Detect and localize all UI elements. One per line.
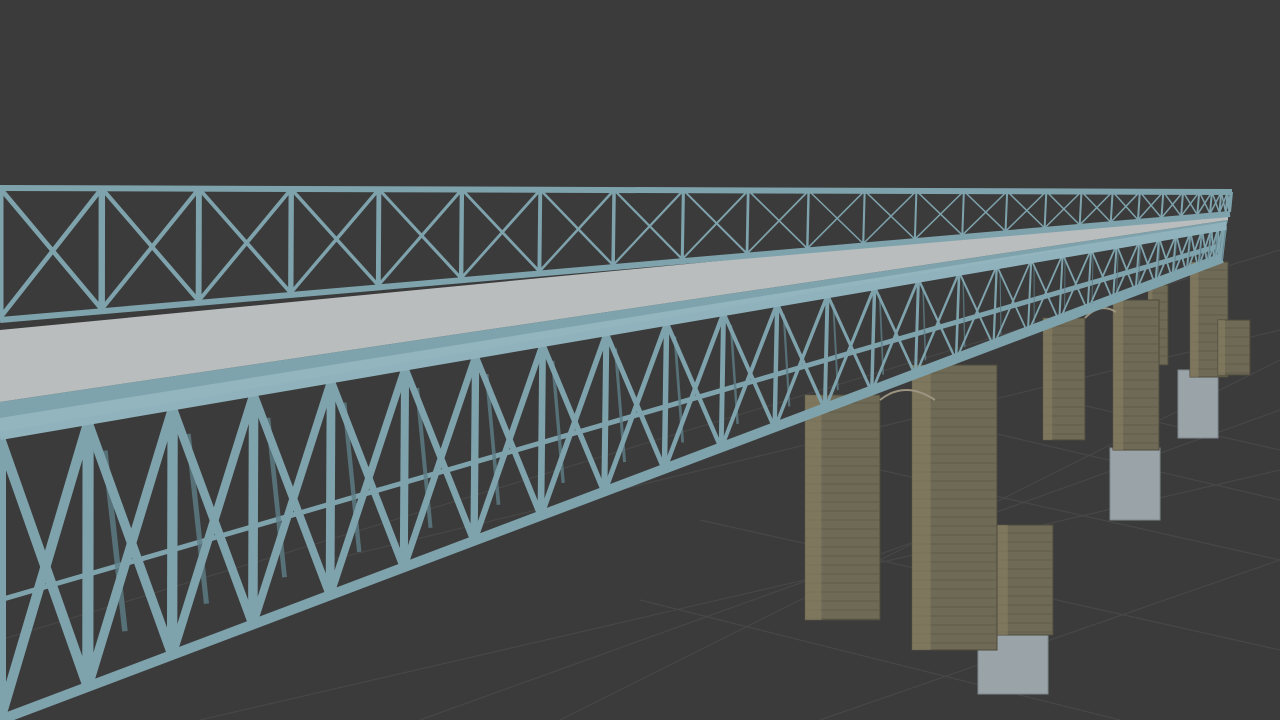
truss-vertical bbox=[166, 408, 178, 656]
pier-footing bbox=[1177, 369, 1219, 439]
pier-footing bbox=[1109, 447, 1161, 521]
rail-brace bbox=[1005, 190, 1047, 232]
truss-diagonal bbox=[995, 265, 1029, 334]
truss-vertical bbox=[601, 333, 610, 493]
rail-post bbox=[961, 191, 965, 236]
rail-brace bbox=[963, 190, 1007, 232]
rail-brace bbox=[914, 190, 965, 240]
rail-post bbox=[1180, 191, 1185, 217]
pier-highlight bbox=[1113, 300, 1124, 450]
rail-brace bbox=[961, 190, 1008, 236]
rail-brace bbox=[1006, 190, 1046, 229]
pier-highlight bbox=[805, 395, 822, 620]
rail-brace bbox=[746, 190, 810, 255]
rail-post bbox=[862, 190, 866, 244]
truss-rear-member bbox=[922, 286, 927, 361]
truss-vertical bbox=[248, 394, 259, 625]
3d-viewport[interactable] bbox=[0, 0, 1280, 720]
rail-brace bbox=[612, 189, 685, 266]
grid-line bbox=[1059, 399, 1280, 451]
rail-brace bbox=[681, 189, 749, 260]
pier-highlight bbox=[1043, 318, 1053, 440]
rail-post bbox=[1078, 191, 1083, 226]
rail-post bbox=[1043, 191, 1048, 229]
truss-vertical bbox=[537, 344, 547, 517]
rail-brace bbox=[864, 190, 916, 240]
truss-vertical bbox=[1086, 249, 1093, 311]
rail-brace bbox=[1045, 190, 1081, 226]
rail-post bbox=[1160, 191, 1165, 218]
truss-vertical bbox=[325, 380, 336, 596]
truss-rear-member bbox=[999, 271, 1002, 335]
rail-brace bbox=[747, 189, 808, 250]
rail-brace bbox=[915, 190, 963, 236]
rail-brace bbox=[539, 188, 614, 267]
truss-vertical bbox=[718, 312, 727, 449]
rail-brace bbox=[806, 190, 866, 249]
truss-diagonal bbox=[1030, 259, 1061, 322]
truss-vertical bbox=[913, 279, 920, 376]
rail-brace bbox=[682, 189, 748, 255]
pier-highlight bbox=[1190, 262, 1199, 377]
pier-highlight bbox=[912, 365, 931, 650]
truss-vertical bbox=[1058, 254, 1064, 322]
truss-vertical bbox=[772, 303, 780, 429]
truss-rear-member bbox=[1064, 258, 1066, 314]
truss-rear-member bbox=[962, 278, 966, 348]
viewport-scene[interactable] bbox=[0, 0, 1280, 720]
truss-vertical bbox=[870, 286, 877, 392]
rail-post bbox=[913, 190, 918, 240]
truss-diagonal bbox=[1061, 253, 1089, 311]
rail-post bbox=[1004, 191, 1009, 232]
rail-brace bbox=[613, 189, 684, 260]
truss-vertical bbox=[661, 322, 670, 470]
rail-post bbox=[806, 190, 810, 249]
rail-brace bbox=[808, 190, 864, 245]
pier-highlight bbox=[1218, 320, 1226, 375]
rail-post bbox=[1137, 191, 1141, 220]
rail-brace bbox=[862, 190, 917, 245]
rail-post bbox=[375, 189, 382, 286]
truss-vertical bbox=[1026, 259, 1033, 334]
rail-brace bbox=[1044, 190, 1082, 229]
truss-vertical bbox=[399, 367, 410, 569]
rail-post bbox=[680, 190, 685, 260]
rail-post bbox=[458, 189, 465, 279]
truss-vertical bbox=[992, 265, 998, 347]
truss-vertical bbox=[822, 294, 830, 410]
truss-vertical bbox=[954, 272, 961, 361]
truss-vertical bbox=[470, 355, 480, 542]
rail-post bbox=[1109, 191, 1114, 223]
rail-post bbox=[745, 190, 750, 254]
rail-post bbox=[611, 189, 616, 266]
rail-post bbox=[537, 189, 543, 272]
